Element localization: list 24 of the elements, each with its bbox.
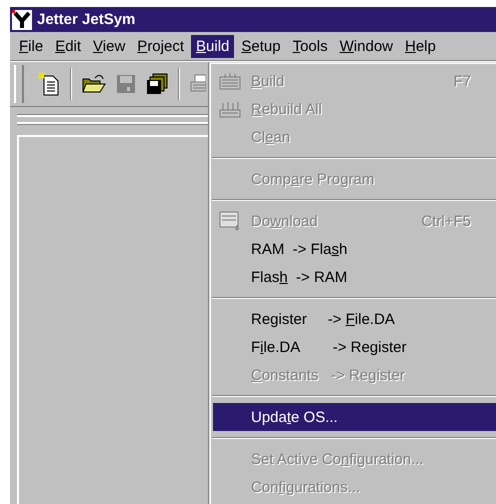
new-file-icon[interactable] <box>38 72 60 96</box>
menu-item[interactable]: RAM -> Flash <box>213 235 496 263</box>
build-icon <box>219 72 241 90</box>
menu-title[interactable]: Build <box>191 34 234 58</box>
panel-grip[interactable] <box>17 115 209 124</box>
menu-item[interactable]: Flash -> RAM <box>213 263 496 291</box>
save-all-icon[interactable] <box>146 73 168 95</box>
app-logo-icon <box>12 10 32 30</box>
menu-title[interactable]: Project <box>132 34 189 58</box>
toolbar-grip[interactable] <box>14 65 24 103</box>
window-title: Jetter JetSym <box>37 11 136 28</box>
menu-item[interactable]: Register -> File.DA <box>213 305 496 333</box>
menu-title[interactable]: Edit <box>50 34 86 58</box>
menu-item[interactable]: Update OS... <box>213 403 496 431</box>
menu-title[interactable]: Setup <box>236 34 286 58</box>
menu-item[interactable]: File.DA -> Register <box>213 333 496 361</box>
menu-title[interactable]: View <box>88 34 130 58</box>
rebuild-icon <box>219 100 241 118</box>
menu-title[interactable]: Help <box>400 34 441 58</box>
menu-title[interactable]: Tools <box>288 34 333 58</box>
open-folder-icon[interactable] <box>82 74 106 94</box>
menu-title[interactable]: File <box>14 34 48 58</box>
menu-title[interactable]: Window <box>334 34 398 58</box>
download-icon <box>219 211 241 231</box>
